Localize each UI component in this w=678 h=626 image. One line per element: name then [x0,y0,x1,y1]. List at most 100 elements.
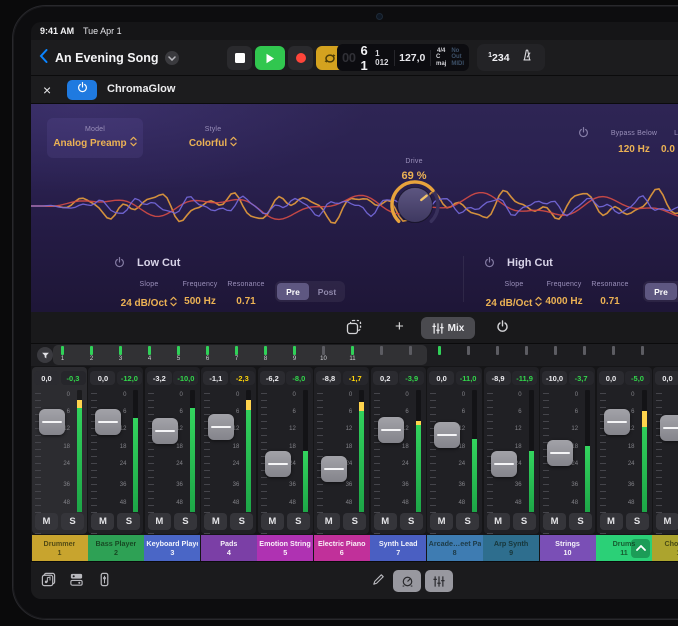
low-cut-resonance[interactable]: Resonance 0.71 [213,273,279,307]
song-title[interactable]: An Evening Song [55,51,158,65]
mute-button[interactable]: M [430,513,453,530]
volume-value[interactable]: 0,0 [429,371,454,385]
drive-knob[interactable] [386,176,444,234]
plugin-view-button[interactable] [393,570,421,592]
track-name-banner[interactable]: Drummer1 [32,535,88,561]
fader-cap[interactable] [95,409,121,435]
track-name-banner[interactable]: Synth Lead7 [370,535,426,561]
mute-button[interactable]: M [543,513,566,530]
track-name-banner[interactable]: Arp Synth9 [483,535,539,561]
peak-level-value[interactable]: -5,0 [625,371,650,385]
stop-button[interactable] [227,46,252,70]
solo-button[interactable]: S [569,513,592,530]
solo-button[interactable]: S [513,513,536,530]
solo-button[interactable]: S [174,513,197,530]
solo-button[interactable]: S [230,513,253,530]
duplicate-icon[interactable] [346,319,362,335]
mixer-filter-icon[interactable] [37,347,53,363]
track-name-banner[interactable]: Strings10 [540,535,596,561]
volume-value[interactable]: 0,0 [599,371,624,385]
mute-button[interactable]: M [148,513,171,530]
fader-cap[interactable] [265,451,291,477]
overview-viewport[interactable] [53,345,427,365]
mixer-view-button[interactable] [425,570,453,592]
collapse-stack-button[interactable] [631,539,650,558]
mute-button[interactable]: M [91,513,114,530]
mute-button[interactable]: M [35,513,58,530]
plugin-power-button[interactable] [67,80,97,100]
pre-button[interactable]: Pre [645,283,677,300]
pre-button[interactable]: Pre [277,283,309,300]
fader-strip-icon[interactable] [97,572,112,587]
track-name-banner[interactable]: Drums11 [596,535,652,561]
track-name-banner[interactable]: Chorus V12 [652,535,678,561]
browser-icon[interactable] [41,572,56,587]
volume-value[interactable]: 0,0 [90,371,115,385]
level-control[interactable]: Level 0.0 [653,122,678,155]
peak-level-value[interactable]: -0,3 [61,371,86,385]
fader-cap[interactable] [152,418,178,444]
peak-level-value[interactable]: -8,0 [286,371,311,385]
peak-level-value[interactable]: -11,9 [512,371,537,385]
solo-button[interactable]: S [626,513,649,530]
track-name-banner[interactable]: Bass Player2 [88,535,144,561]
peak-level-value[interactable]: -12,0 [117,371,142,385]
post-button[interactable]: Post [311,283,343,300]
mute-button[interactable]: M [600,513,623,530]
solo-button[interactable]: S [400,513,423,530]
track-name-banner[interactable]: Emotion Strings5 [257,535,313,561]
pencil-icon[interactable] [371,572,386,587]
count-in-button[interactable]: 1234 [488,52,509,64]
solo-button[interactable]: S [456,513,479,530]
mute-button[interactable]: M [656,513,678,530]
mute-button[interactable]: M [317,513,340,530]
fader-cap[interactable] [660,415,678,441]
peak-level-value[interactable]: -10,0 [173,371,198,385]
fader-cap[interactable] [604,409,630,435]
record-button[interactable] [288,46,313,70]
add-track-button[interactable]: + [395,318,404,335]
bypass-power-icon[interactable] [577,126,590,144]
song-menu-button[interactable] [165,51,179,65]
track-name-banner[interactable]: Arcade…eet Pad8 [427,535,483,561]
volume-value[interactable]: -8,9 [486,371,511,385]
volume-value[interactable]: -10,0 [542,371,567,385]
peak-level-value[interactable]: -1,7 [343,371,368,385]
high-cut-power-icon[interactable] [483,256,496,274]
track-name-banner[interactable]: Pads4 [201,535,257,561]
style-selector[interactable]: Style Colorful [173,118,253,158]
fader-cap[interactable] [208,414,234,440]
mute-button[interactable]: M [204,513,227,530]
solo-button[interactable]: S [343,513,366,530]
play-button[interactable] [255,46,285,70]
plugins-icon[interactable] [69,572,84,587]
mute-button[interactable]: M [487,513,510,530]
volume-value[interactable]: -6,2 [260,371,285,385]
peak-level-value[interactable]: -2,3 [230,371,255,385]
metronome-icon[interactable] [520,48,534,67]
solo-button[interactable]: S [61,513,84,530]
peak-level-value[interactable]: -3,9 [399,371,424,385]
fader-cap[interactable] [321,456,347,482]
volume-value[interactable]: -3,2 [147,371,172,385]
mute-button[interactable]: M [374,513,397,530]
model-selector[interactable]: Model Analog Preamp [47,118,143,158]
track-name-banner[interactable]: Electric Piano6 [314,535,370,561]
volume-value[interactable]: 0,0 [655,371,678,385]
mixer-power-icon[interactable] [495,319,510,334]
fader-cap[interactable] [39,409,65,435]
low-cut-power-icon[interactable] [113,256,126,274]
volume-value[interactable]: -1,1 [203,371,228,385]
fader-cap[interactable] [378,417,404,443]
volume-value[interactable]: 0,2 [373,371,398,385]
solo-button[interactable]: S [117,513,140,530]
close-plugin-icon[interactable]: × [43,81,51,99]
track-name-banner[interactable]: Keyboard Player3 [144,535,200,561]
mix-mode-button[interactable]: Mix [421,317,475,339]
solo-button[interactable]: S [287,513,310,530]
volume-value[interactable]: 0,0 [34,371,59,385]
fader-cap[interactable] [491,451,517,477]
fader-cap[interactable] [547,440,573,466]
back-chevron-icon[interactable] [39,49,48,68]
volume-value[interactable]: -8,8 [316,371,341,385]
